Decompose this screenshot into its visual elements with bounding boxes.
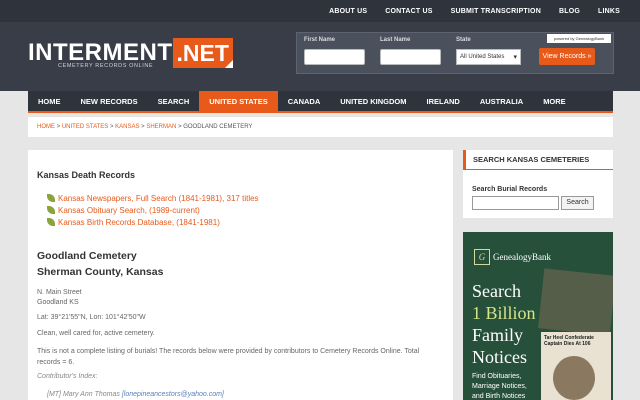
top-utility-bar: ABOUT US CONTACT US SUBMIT TRANSCRIPTION…	[0, 0, 640, 22]
list-item[interactable]: Kansas Birth Records Database, (1841-198…	[47, 216, 259, 228]
last-name-label: Last Name	[380, 37, 411, 43]
ad-photo	[538, 268, 613, 336]
records-list: Kansas Newspapers, Full Search (1841-198…	[47, 192, 259, 228]
last-name-input[interactable]	[380, 49, 441, 65]
leaf-icon	[47, 218, 55, 226]
state-select-value: All United States	[460, 54, 505, 60]
contributor-email[interactable]: [lonepineancestors@yahoo.com]	[122, 391, 224, 398]
breadcrumb-state[interactable]: KANSAS	[115, 124, 139, 130]
ad-line-3: Family	[472, 325, 524, 345]
ad-line-1: Search	[472, 281, 521, 301]
nav-canada[interactable]: CANADA	[278, 91, 331, 111]
topnav-about[interactable]: ABOUT US	[329, 8, 367, 15]
main-content: Kansas Death Records Kansas Newspapers, …	[28, 150, 453, 400]
first-name-label: First Name	[304, 37, 336, 43]
logo-tagline: CEMETERY RECORDS ONLINE	[58, 63, 154, 69]
topnav-links[interactable]: LINKS	[598, 8, 620, 15]
lat-lon: Lat: 39°21'55"N, Lon: 101°42'50"W	[37, 314, 146, 321]
ad-headline: Search 1 Billion Family Notices	[472, 280, 536, 368]
record-link[interactable]: Kansas Newspapers, Full Search (1841-198…	[58, 194, 259, 203]
ad-newspaper-clip: Tar Heel Confederate Captain Dies At 106	[541, 332, 611, 400]
record-link[interactable]: Kansas Birth Records Database, (1841-198…	[58, 218, 220, 227]
ad-news-headline: Tar Heel Confederate Captain Dies At 106	[544, 335, 594, 347]
ad-portrait	[553, 356, 595, 400]
nav-more[interactable]: MORE	[533, 91, 576, 111]
burial-search-input[interactable]	[472, 196, 559, 210]
contributor-index-label: Contributor's Index:	[37, 373, 98, 380]
breadcrumb-us[interactable]: UNITED STATES	[62, 124, 108, 130]
nav-new-records[interactable]: NEW RECORDS	[71, 91, 148, 111]
death-records-heading: Kansas Death Records	[37, 170, 136, 180]
powered-by-badge[interactable]: powered by GenealogyBank	[547, 34, 611, 43]
record-link[interactable]: Kansas Obituary Search, (1989-current)	[58, 206, 200, 215]
state-select[interactable]: All United States	[456, 49, 521, 65]
burial-search-label: Search Burial Records	[472, 186, 548, 193]
address-line-1: N. Main Street	[37, 289, 82, 296]
contributor-name: [MT] Mary Ann Thomas	[47, 391, 120, 398]
nav-united-kingdom[interactable]: UNITED KINGDOM	[330, 91, 416, 111]
main-nav: HOME NEW RECORDS SEARCH UNITED STATES CA…	[28, 91, 613, 113]
breadcrumb-sep: >	[55, 124, 62, 130]
cemetery-name: Goodland Cemetery	[37, 250, 137, 262]
sidebar-title: SEARCH KANSAS CEMETERIES	[463, 150, 613, 170]
ad-brand: GenealogyBank	[493, 252, 551, 262]
cemetery-county: Sherman County, Kansas	[37, 266, 164, 278]
cemetery-description: Clean, well cared for, active cemetery.	[37, 330, 155, 337]
ad-logo-icon: G	[474, 249, 490, 265]
sidebar-search-panel: SEARCH KANSAS CEMETERIES Search Burial R…	[463, 150, 613, 218]
leaf-icon	[47, 206, 55, 214]
list-item[interactable]: Kansas Obituary Search, (1989-current)	[47, 204, 259, 216]
cemetery-title: Goodland Cemetery Sherman County, Kansas	[37, 248, 163, 280]
breadcrumb-current: GOODLAND CEMETERY	[183, 124, 253, 130]
breadcrumb-home[interactable]: HOME	[37, 124, 55, 130]
leaf-icon	[47, 194, 55, 202]
logo-net: .NET	[172, 38, 234, 68]
address-line-2: Goodland KS	[37, 299, 79, 306]
ad-subtext: Find Obituaries, Marriage Notices, and B…	[472, 373, 527, 400]
burial-search-button[interactable]: Search	[561, 196, 594, 210]
nav-ireland[interactable]: IRELAND	[417, 91, 470, 111]
breadcrumb: HOME > UNITED STATES > KANSAS > SHERMAN …	[28, 117, 613, 137]
topnav-submit[interactable]: SUBMIT TRANSCRIPTION	[451, 8, 541, 15]
site-header: INTERMENT .NET CEMETERY RECORDS ONLINE F…	[0, 22, 640, 91]
topnav-blog[interactable]: BLOG	[559, 8, 580, 15]
records-note: This is not a complete listing of burial…	[37, 348, 420, 366]
view-records-button[interactable]: View Records »	[539, 48, 595, 65]
genealogybank-ad[interactable]: G GenealogyBank Search 1 Billion Family N…	[463, 232, 613, 400]
ad-logo: G GenealogyBank	[474, 249, 551, 265]
nav-home[interactable]: HOME	[28, 91, 71, 111]
first-name-input[interactable]	[304, 49, 365, 65]
cemetery-address: N. Main Street Goodland KS	[37, 288, 82, 308]
state-label: State	[456, 37, 471, 43]
ad-line-4: Notices	[472, 347, 527, 367]
nav-united-states[interactable]: UNITED STATES	[199, 91, 278, 111]
ad-line-2: 1 Billion	[472, 303, 536, 323]
contributor-entry: [MT] Mary Ann Thomas [lonepineancestors@…	[47, 391, 224, 398]
nav-search[interactable]: SEARCH	[148, 91, 200, 111]
breadcrumb-county[interactable]: SHERMAN	[146, 124, 176, 130]
nav-australia[interactable]: AUSTRALIA	[470, 91, 533, 111]
list-item[interactable]: Kansas Newspapers, Full Search (1841-198…	[47, 192, 259, 204]
topnav-contact[interactable]: CONTACT US	[385, 8, 432, 15]
